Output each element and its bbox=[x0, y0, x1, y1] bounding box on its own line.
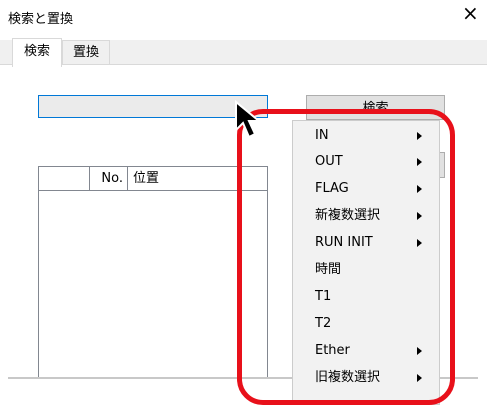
results-table[interactable]: No. 位置 bbox=[38, 166, 268, 378]
column-header-blank[interactable] bbox=[39, 167, 90, 190]
tab-bar: 検索 置換 bbox=[0, 38, 487, 67]
column-header-position[interactable]: 位置 bbox=[133, 167, 159, 190]
tab-search[interactable]: 検索 bbox=[12, 38, 62, 67]
mouse-pointer-icon bbox=[235, 100, 262, 139]
tab-replace[interactable]: 置換 bbox=[62, 40, 110, 64]
window-title: 検索と置換 bbox=[8, 12, 74, 27]
close-icon[interactable]: × bbox=[462, 3, 479, 23]
column-header-no[interactable]: No. bbox=[90, 167, 128, 190]
table-header: No. 位置 bbox=[39, 167, 267, 191]
annotation-highlight bbox=[237, 109, 455, 405]
